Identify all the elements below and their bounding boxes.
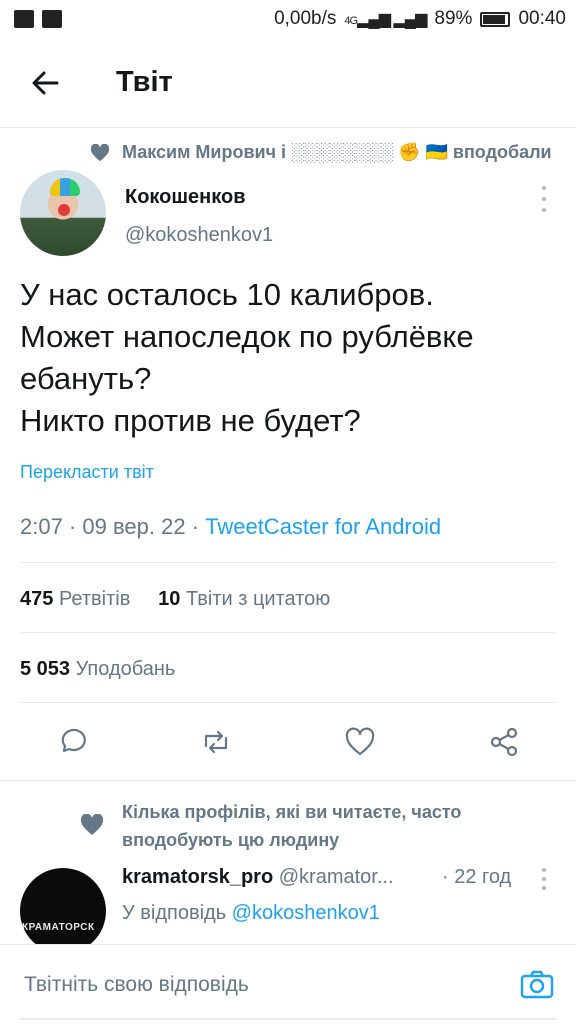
social-context-text: Максим Мирович і ░░░░░░░░ ✊ 🇺🇦 вподобали: [122, 142, 552, 162]
share-icon[interactable]: [488, 726, 520, 758]
signal-icon: 4G▂▄▆ ▂▄▆: [344, 11, 427, 28]
tweet-timestamp: 2:07 · 09 вер. 22 ·: [20, 514, 206, 539]
net-speed: 0,00b/s: [274, 8, 337, 29]
divider: [20, 632, 556, 633]
retweet-stats[interactable]: 475 Ретвітів 10 Твіти з цитатою: [20, 588, 330, 611]
quotes-label: Твіти з цитатою: [185, 588, 331, 610]
social-context[interactable]: Максим Мирович і ░░░░░░░░ ✊ 🇺🇦 вподобали: [90, 142, 552, 163]
reply-time: · 22 год: [442, 866, 512, 888]
heart-icon: [80, 814, 104, 835]
replying-to: У відповідь @kokoshenkov1: [122, 902, 380, 925]
composer-underline: [20, 1018, 556, 1020]
reply-author-handle: @kramator...: [278, 866, 394, 888]
reply-icon[interactable]: [56, 726, 88, 758]
clown-nose: [58, 204, 70, 216]
retweets-count: 475: [20, 588, 54, 610]
author-name[interactable]: Кокошенков: [125, 186, 246, 209]
facebook-icon: [14, 10, 34, 28]
divider: [20, 702, 556, 703]
reply-author[interactable]: kramatorsk_pro @kramator...: [122, 866, 394, 889]
more-options-icon[interactable]: [538, 186, 550, 212]
back-arrow-icon[interactable]: [30, 68, 60, 98]
heart-icon: [90, 143, 110, 161]
retweets-label: Ретвітів: [58, 588, 131, 610]
page-title: Твіт: [116, 66, 173, 98]
suggestion-text: Кілька профілів, які ви читаєте, часто в…: [122, 802, 462, 850]
avatar[interactable]: [20, 170, 106, 256]
camera-icon[interactable]: [520, 969, 554, 999]
status-right: 0,00b/s 4G▂▄▆ ▂▄▆ 89% 00:40: [274, 8, 566, 30]
status-left-icons: [14, 10, 62, 28]
author-handle[interactable]: @kokoshenkov1: [125, 224, 273, 247]
translate-link[interactable]: Перекласти твіт: [20, 462, 154, 483]
likes-stats[interactable]: 5 053 Уподобань: [20, 658, 175, 681]
reply-more-icon[interactable]: [538, 868, 550, 890]
reply-author-name: kramatorsk_pro: [122, 866, 274, 888]
tweet-text: У нас осталось 10 калибров. Может напосл…: [20, 277, 474, 438]
reply-avatar[interactable]: КРАМАТОРСК: [20, 868, 106, 954]
divider: [0, 780, 576, 781]
retweet-icon[interactable]: [200, 726, 232, 758]
reply-input[interactable]: Твітніть свою відповідь: [24, 973, 249, 997]
status-bar: 0,00b/s 4G▂▄▆ ▂▄▆ 89% 00:40: [0, 0, 576, 38]
quotes-count: 10: [158, 588, 181, 610]
likes-label: Уподобань: [75, 658, 176, 680]
tweet-source-link[interactable]: TweetCaster for Android: [205, 514, 441, 539]
battery-icon: [480, 11, 511, 27]
top-bar: Твіт: [0, 38, 576, 128]
like-icon[interactable]: [344, 726, 376, 758]
divider: [20, 562, 556, 563]
replying-to-link[interactable]: @kokoshenkov1: [232, 902, 380, 924]
tweet-meta: 2:07 · 09 вер. 22 · TweetCaster for Andr…: [20, 514, 441, 540]
replying-prefix: У відповідь: [122, 902, 232, 924]
reply-avatar-logo: КРАМАТОРСК: [22, 922, 95, 933]
tweet-actions: [0, 720, 576, 768]
propeller-hat: [50, 178, 80, 196]
likes-count: 5 053: [20, 658, 71, 680]
clock: 00:40: [518, 8, 566, 29]
reply-composer[interactable]: Твітніть свою відповідь: [0, 944, 576, 1025]
battery-percent: 89%: [434, 8, 473, 29]
gallery-icon: [42, 10, 62, 28]
